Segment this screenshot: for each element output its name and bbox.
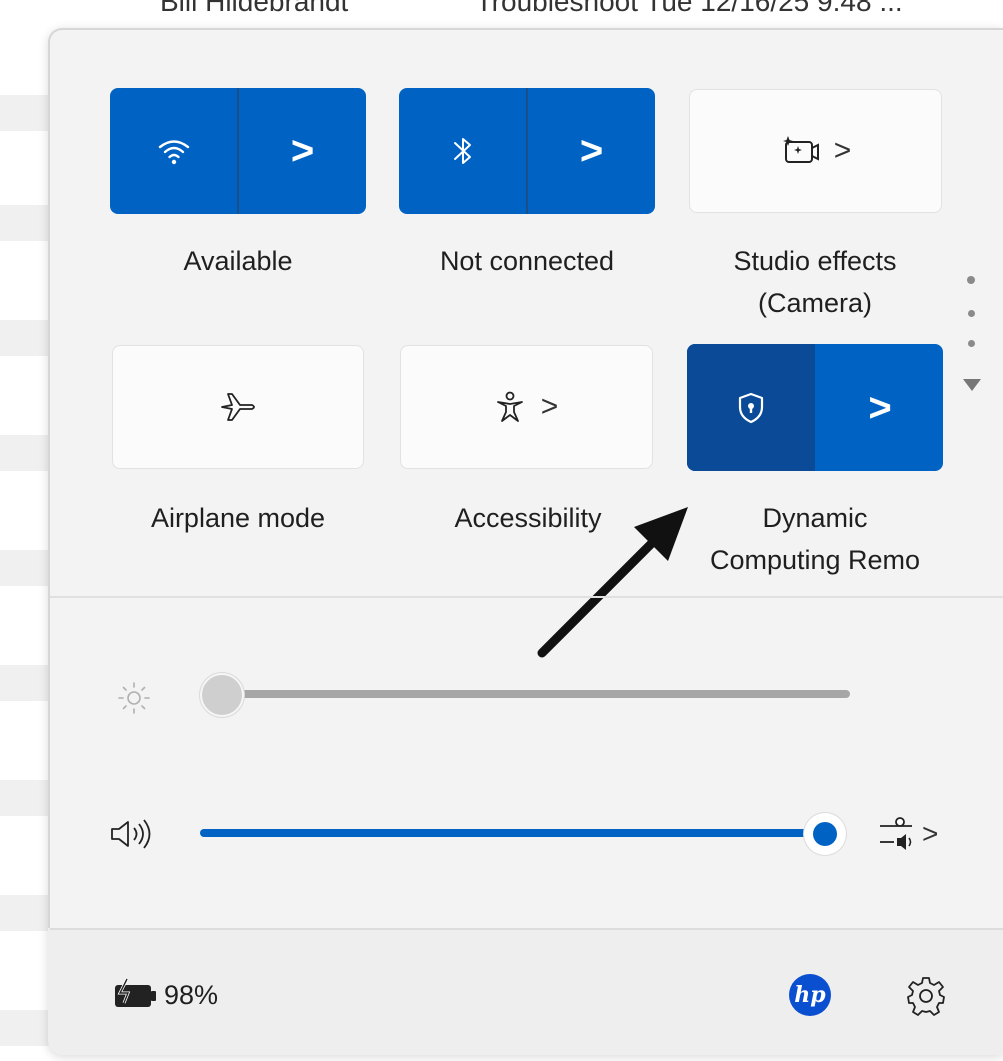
- studio-effects-icon: [782, 136, 819, 163]
- page-indicator-dot[interactable]: [968, 310, 975, 317]
- wifi-tile: >: [110, 88, 366, 214]
- page-indicator-dot[interactable]: [968, 340, 975, 347]
- studio-effects-label: Studio effects (Camera): [680, 240, 950, 324]
- volume-slider-track[interactable]: [200, 829, 825, 837]
- battery-charging-icon: [115, 978, 156, 1007]
- dynamic-computing-label-line1: Dynamic: [762, 503, 868, 533]
- brightness-icon: [118, 682, 150, 714]
- hp-logo-text: hp: [794, 982, 826, 1008]
- scroll-down-icon[interactable]: [962, 378, 982, 392]
- chevron-right-icon: >: [868, 385, 892, 430]
- studio-effects-tile[interactable]: >: [689, 89, 942, 213]
- chevron-right-icon: >: [833, 134, 852, 167]
- chevron-right-icon: >: [922, 818, 939, 849]
- annotation-arrow: [537, 507, 688, 658]
- bluetooth-label: Not connected: [439, 246, 615, 276]
- wifi-toggle-button[interactable]: [110, 88, 237, 214]
- bluetooth-toggle-button[interactable]: [399, 88, 526, 214]
- background-header: Bill Hildebrandt Troubleshoot Tue 12/16/…: [160, 0, 1003, 18]
- tiles-separator: [50, 596, 1003, 598]
- accessibility-icon: [496, 391, 523, 422]
- brightness-slider-track[interactable]: [222, 690, 850, 698]
- background-status-text: Troubleshoot Tue 12/16/25 9:48 ...: [475, 0, 903, 17]
- bluetooth-tile: >: [399, 88, 655, 214]
- dynamic-computing-label: Dynamic Computing Remo: [670, 497, 960, 581]
- audio-mixer-icon: [880, 817, 912, 850]
- chevron-right-icon: >: [290, 129, 315, 173]
- chevron-right-icon: >: [540, 390, 559, 423]
- gear-icon[interactable]: [905, 975, 947, 1017]
- brightness-slider-thumb[interactable]: [200, 673, 244, 717]
- battery-status[interactable]: 98%: [112, 977, 218, 1013]
- page-indicator-dot[interactable]: [967, 276, 975, 284]
- wifi-expand-button[interactable]: >: [239, 88, 366, 214]
- dynamic-computing-label-line2: Computing Remo: [709, 545, 921, 575]
- dynamic-computing-expand-button[interactable]: >: [817, 344, 943, 471]
- chevron-right-icon: >: [579, 129, 604, 173]
- accessibility-tile[interactable]: >: [400, 345, 653, 469]
- wifi-label: Available: [183, 246, 293, 276]
- dynamic-computing-toggle-button[interactable]: [687, 344, 815, 471]
- background-user-name: Bill Hildebrandt: [160, 0, 349, 17]
- airplane-mode-tile[interactable]: [112, 345, 364, 469]
- shield-lock-icon: [738, 392, 764, 423]
- audio-output-button[interactable]: >: [876, 812, 946, 856]
- footer-separator: [50, 928, 1003, 930]
- studio-effects-label-line2: (Camera): [757, 288, 872, 318]
- speaker-icon[interactable]: [108, 816, 158, 852]
- wifi-icon: [158, 140, 189, 165]
- volume-slider-thumb[interactable]: [804, 813, 846, 855]
- battery-percent: 98%: [164, 979, 219, 1010]
- studio-effects-label-line1: Studio effects: [733, 246, 897, 276]
- airplane-mode-label: Airplane mode: [150, 503, 326, 533]
- bluetooth-icon: [453, 138, 471, 164]
- hp-logo[interactable]: hp: [789, 974, 831, 1016]
- bluetooth-expand-button[interactable]: >: [528, 88, 655, 214]
- dynamic-computing-tile: >: [687, 344, 943, 471]
- airplane-icon: [221, 393, 255, 421]
- volume-slider-thumb-center: [813, 822, 837, 846]
